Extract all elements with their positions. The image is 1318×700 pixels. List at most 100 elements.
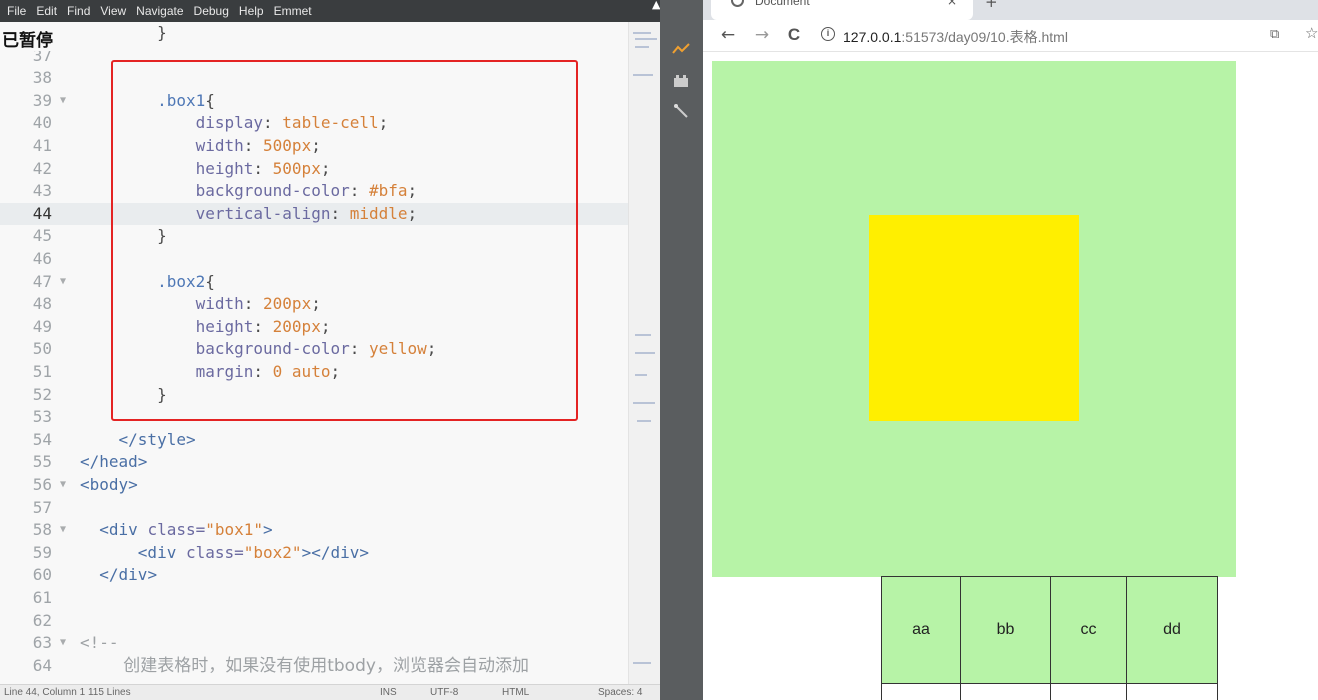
site-info-icon[interactable]: i	[821, 27, 835, 41]
box2-yellow-box	[869, 215, 1079, 421]
address-bar[interactable]: i 127.0.0.1:51573/day09/10.表格.html	[815, 23, 1255, 47]
minimap-line	[635, 46, 649, 48]
code-line[interactable]: 63 ▼ <!--	[0, 632, 628, 655]
fold-toggle-icon[interactable]: ▼	[60, 474, 66, 497]
menu-find[interactable]: Find	[62, 4, 95, 18]
browser-toolbar: ← → C i 127.0.0.1:51573/day09/10.表格.html	[703, 20, 1318, 52]
box1-table-cell	[712, 61, 1236, 577]
table-cell-bb: bb	[960, 576, 1051, 684]
code-line[interactable]: 62	[0, 610, 628, 633]
insert-mode-indicator[interactable]: INS	[380, 687, 397, 698]
code-line[interactable]: 57	[0, 497, 628, 520]
line-number: 42	[32, 158, 52, 178]
minimap-line	[637, 420, 651, 422]
code-line[interactable]: 55 </head>	[0, 451, 628, 474]
line-number: 63	[32, 633, 52, 653]
line-number: 50	[32, 339, 52, 359]
line-number: 46	[32, 249, 52, 268]
table-cell	[881, 683, 961, 700]
line-number: 60	[32, 565, 52, 585]
paused-overlay-label: 已暂停	[0, 26, 55, 51]
fold-toggle-icon[interactable]: ▼	[60, 271, 66, 294]
code-line[interactable]: 60 </div>	[0, 564, 628, 587]
menu-debug[interactable]: Debug	[189, 4, 234, 18]
code-text: <body>	[80, 475, 138, 494]
code-line[interactable]: 64 创建表格时，如果没有使用tbody，浏览器会自动添加	[0, 655, 628, 678]
tab-title: Document	[755, 0, 810, 8]
menu-edit[interactable]: Edit	[31, 4, 62, 18]
close-tab-icon[interactable]: ×	[947, 0, 957, 8]
code-text: </style>	[118, 429, 196, 449]
table-cell-cc: cc	[1050, 576, 1127, 684]
table-cell-aa: aa	[881, 576, 961, 684]
line-number: 44	[32, 203, 52, 223]
annotation-highlight-box	[111, 60, 578, 421]
fold-toggle-icon[interactable]: ▼	[60, 90, 66, 113]
menu-emmet[interactable]: Emmet	[269, 4, 317, 18]
line-number: 55	[32, 452, 52, 472]
table-cell	[960, 683, 1051, 700]
code-editor-pane: File Edit Find View Navigate Debug Help Emmet ▲…	[0, 0, 660, 700]
code-line[interactable]: 58 ▼ <div class="box1">	[0, 519, 628, 542]
tab-strip: Document × +	[703, 0, 1318, 20]
code-line[interactable]: 61	[0, 587, 628, 610]
tab-document[interactable]: Document ×	[711, 0, 973, 20]
bookmark-star-icon[interactable]: ☆	[1305, 24, 1318, 42]
forward-arrow-icon[interactable]: →	[751, 23, 773, 47]
code-minimap[interactable]	[628, 22, 660, 684]
table-cell	[1050, 683, 1127, 700]
fold-toggle-icon[interactable]: ▼	[60, 519, 66, 542]
code-line[interactable]: }	[0, 22, 628, 45]
minimap-line	[633, 32, 651, 34]
line-number: 38	[32, 68, 52, 88]
line-number: 48	[32, 294, 52, 314]
language-selector[interactable]: HTML	[502, 687, 529, 698]
minimap-line	[633, 662, 651, 664]
code-line[interactable]: 59 <div class="box2"></div>	[0, 542, 628, 565]
reload-icon[interactable]: C	[783, 23, 805, 47]
line-number: 45	[32, 226, 52, 246]
minimap-line	[635, 374, 647, 376]
menu-file[interactable]: File	[2, 4, 31, 18]
line-number: 59	[32, 542, 52, 562]
editor-tool-strip	[660, 0, 703, 700]
encoding-selector[interactable]: UTF-8	[430, 687, 458, 698]
menu-view[interactable]: View	[95, 4, 131, 18]
code-text: <div class="box2"></div>	[137, 542, 370, 562]
line-number: 51	[32, 362, 52, 381]
fold-toggle-icon[interactable]: ▼	[60, 632, 66, 655]
table-cell	[1126, 683, 1218, 700]
extension-manager-icon[interactable]	[668, 70, 694, 92]
line-number: 64	[32, 655, 52, 675]
line-number: 61	[32, 588, 52, 607]
line-number: 58	[32, 520, 52, 540]
menu-help[interactable]: Help	[234, 4, 269, 18]
translate-icon[interactable]: ⧉	[1270, 27, 1279, 42]
page-viewport: aa bb cc dd	[703, 53, 1318, 700]
code-text: }	[80, 23, 167, 42]
cursor-position: Line 44, Column 1 115 Lines	[4, 687, 131, 698]
table-row	[881, 683, 1218, 700]
live-preview-icon[interactable]	[668, 38, 694, 60]
line-number: 47	[32, 271, 52, 291]
minimap-line	[635, 334, 651, 336]
code-line[interactable]: 54 </style>	[0, 429, 628, 452]
magic-wand-icon[interactable]	[668, 100, 694, 122]
status-bar: Line 44, Column 1 115 Lines INS UTF-8 HT…	[0, 684, 660, 700]
line-number: 49	[32, 316, 52, 336]
code-line[interactable]: 56 ▼ <body>	[0, 474, 628, 497]
minimap-line	[633, 402, 655, 404]
line-number: 57	[32, 497, 52, 517]
code-text: 创建表格时，如果没有使用tbody，浏览器会自动添加	[80, 655, 529, 676]
line-number: 62	[32, 610, 52, 630]
menu-bar: File Edit Find View Navigate Debug Help Emmet	[0, 0, 660, 22]
line-number: 52	[32, 384, 52, 404]
back-arrow-icon[interactable]: ←	[717, 23, 739, 47]
code-text: </head>	[80, 452, 148, 472]
line-number: 54	[32, 429, 52, 449]
code-text: <div class="box1">	[99, 520, 273, 540]
new-tab-icon[interactable]: +	[985, 0, 998, 11]
menu-navigate[interactable]: Navigate	[131, 4, 188, 18]
line-number: 41	[32, 136, 52, 155]
indentation-selector[interactable]: Spaces: 4	[598, 687, 642, 698]
